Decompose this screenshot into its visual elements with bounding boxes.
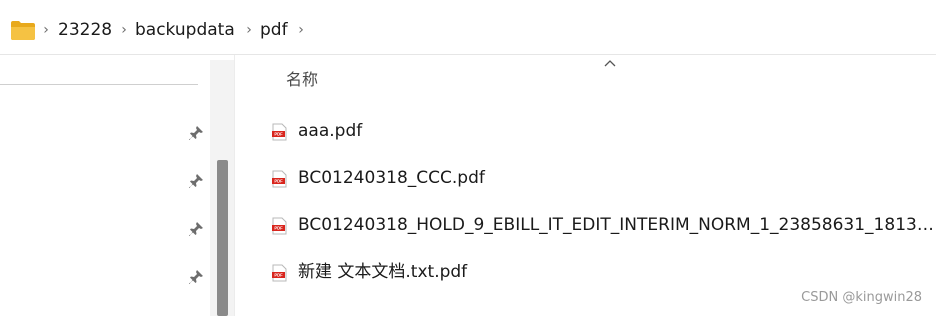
pin-icon[interactable] [188,173,204,189]
chevron-right-icon[interactable]: › [41,19,51,41]
file-name[interactable]: aaa.pdf [298,119,934,143]
watermark: CSDN @kingwin28 [801,290,922,305]
folder-icon [11,21,35,40]
breadcrumb-item-23228[interactable]: 23228 [58,18,112,42]
svg-text:PDF: PDF [274,179,283,184]
navigation-pane [0,55,210,316]
file-name[interactable]: BC01240318_HOLD_9_EBILL_IT_EDIT_INTERIM_… [298,213,934,237]
chevron-right-icon[interactable]: › [244,19,254,41]
address-bar[interactable]: › 23228 › backupdata › pdf › [0,0,936,55]
pdf-file-icon: PDF [272,170,287,188]
file-row[interactable]: PDF BC01240318_CCC.pdf [265,160,936,196]
pdf-file-icon: PDF [272,264,287,282]
pin-icon[interactable] [188,125,204,141]
file-row[interactable]: PDF BC01240318_HOLD_9_EBILL_IT_EDIT_INTE… [265,207,936,243]
file-name[interactable]: BC01240318_CCC.pdf [298,166,934,190]
nav-scrollbar-thumb[interactable] [217,160,228,316]
sort-up-icon [604,60,616,67]
chevron-right-icon[interactable]: › [296,19,306,41]
file-list-pane: 名称 PDF aaa.pdf PDF BC01240318_CCC.pdf PD… [235,55,936,316]
chevron-right-icon[interactable]: › [119,19,129,41]
file-explorer-window: › 23228 › backupdata › pdf › 名称 PDF aaa.… [0,0,936,316]
breadcrumb-item-pdf[interactable]: pdf [260,18,288,42]
pin-icon[interactable] [188,269,204,285]
file-name[interactable]: 新建 文本文档.txt.pdf [298,260,934,284]
pin-icon[interactable] [188,221,204,237]
file-row[interactable]: PDF aaa.pdf [265,113,936,149]
svg-text:PDF: PDF [274,132,283,137]
file-row[interactable]: PDF 新建 文本文档.txt.pdf [265,254,936,290]
column-header-name[interactable]: 名称 [286,69,318,91]
svg-text:PDF: PDF [274,226,283,231]
pdf-file-icon: PDF [272,123,287,141]
breadcrumb-item-backupdata[interactable]: backupdata [135,18,235,42]
svg-text:PDF: PDF [274,273,283,278]
pdf-file-icon: PDF [272,217,287,235]
nav-divider [0,84,198,85]
